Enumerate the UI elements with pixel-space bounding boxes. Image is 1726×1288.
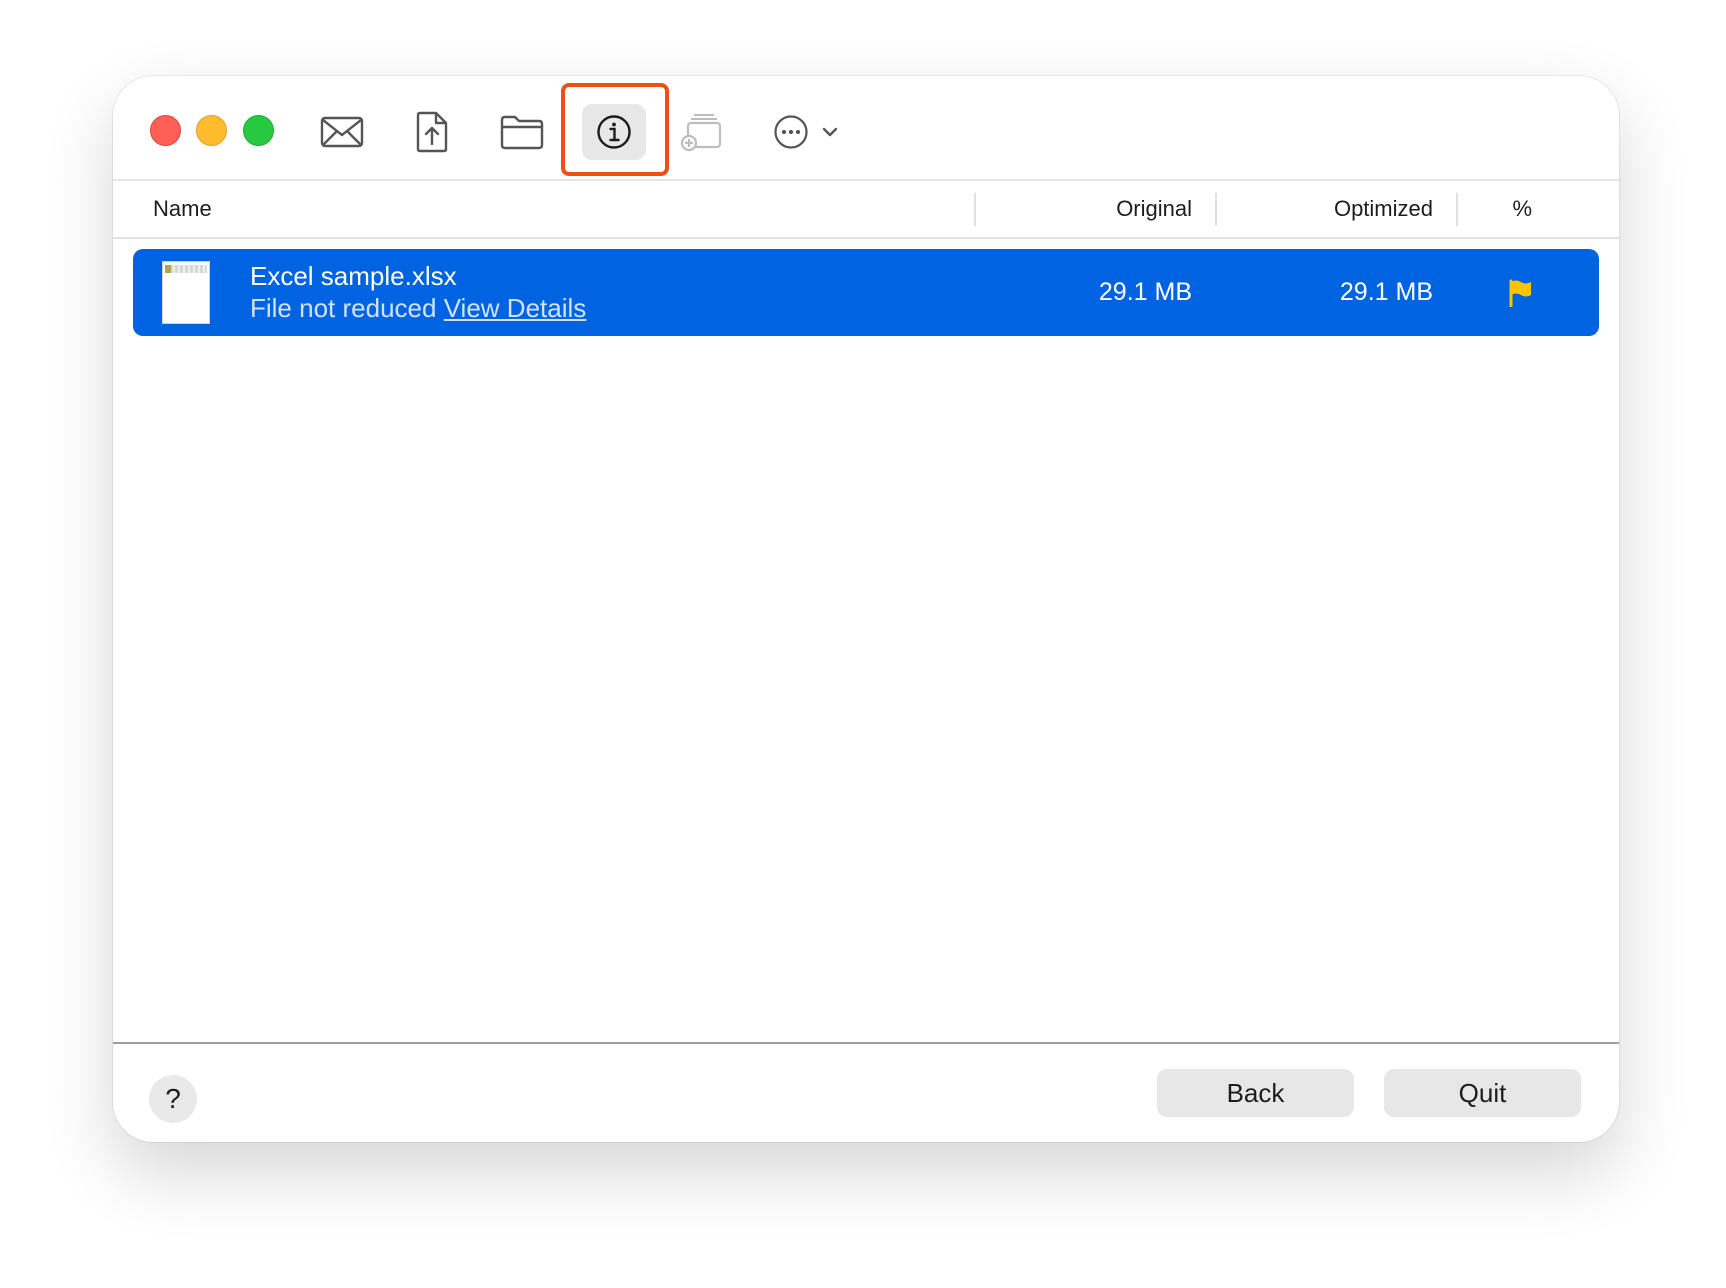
column-header-percent[interactable]: % — [1512, 181, 1532, 237]
mail-button[interactable] — [310, 104, 374, 160]
more-actions-menu[interactable] — [763, 104, 849, 160]
more-icon — [774, 115, 808, 149]
add-to-stack-icon — [680, 114, 722, 152]
file-status: File not reduced — [250, 293, 437, 323]
quit-button[interactable]: Quit — [1384, 1069, 1581, 1117]
folder-icon — [500, 115, 544, 150]
column-header-original[interactable]: Original — [1116, 181, 1192, 237]
original-size: 29.1 MB — [1098, 278, 1192, 306]
footer-divider — [113, 1042, 1619, 1044]
app-window: Name Original Optimized % Excel sample.x… — [113, 76, 1619, 1142]
open-folder-button[interactable] — [490, 104, 554, 160]
column-divider — [1215, 193, 1217, 226]
column-header-name[interactable]: Name — [153, 181, 212, 237]
minimize-window-button[interactable] — [196, 115, 227, 146]
share-button[interactable] — [400, 104, 464, 160]
view-details-link[interactable]: View Details — [444, 293, 587, 323]
toolbar — [113, 76, 1619, 181]
table-header: Name Original Optimized % — [113, 181, 1619, 239]
back-button[interactable]: Back — [1157, 1069, 1354, 1117]
file-status-line: File not reduced View Details — [250, 293, 586, 323]
column-divider — [974, 193, 976, 226]
zoom-window-button[interactable] — [243, 115, 274, 146]
add-to-stack-button[interactable] — [669, 104, 733, 160]
file-name: Excel sample.xlsx — [250, 261, 457, 291]
close-window-button[interactable] — [150, 115, 181, 146]
column-divider — [1456, 193, 1458, 226]
help-button[interactable]: ? — [149, 1075, 197, 1123]
table-row[interactable]: Excel sample.xlsx File not reduced View … — [133, 249, 1599, 336]
chevron-down-icon — [822, 127, 838, 137]
column-header-optimized[interactable]: Optimized — [1334, 181, 1433, 237]
optimized-size: 29.1 MB — [1339, 278, 1433, 306]
spreadsheet-file-icon — [162, 261, 210, 324]
info-button-highlight — [561, 83, 669, 176]
envelope-icon — [320, 116, 364, 148]
share-file-icon — [416, 111, 448, 153]
flag-icon — [1509, 279, 1531, 307]
